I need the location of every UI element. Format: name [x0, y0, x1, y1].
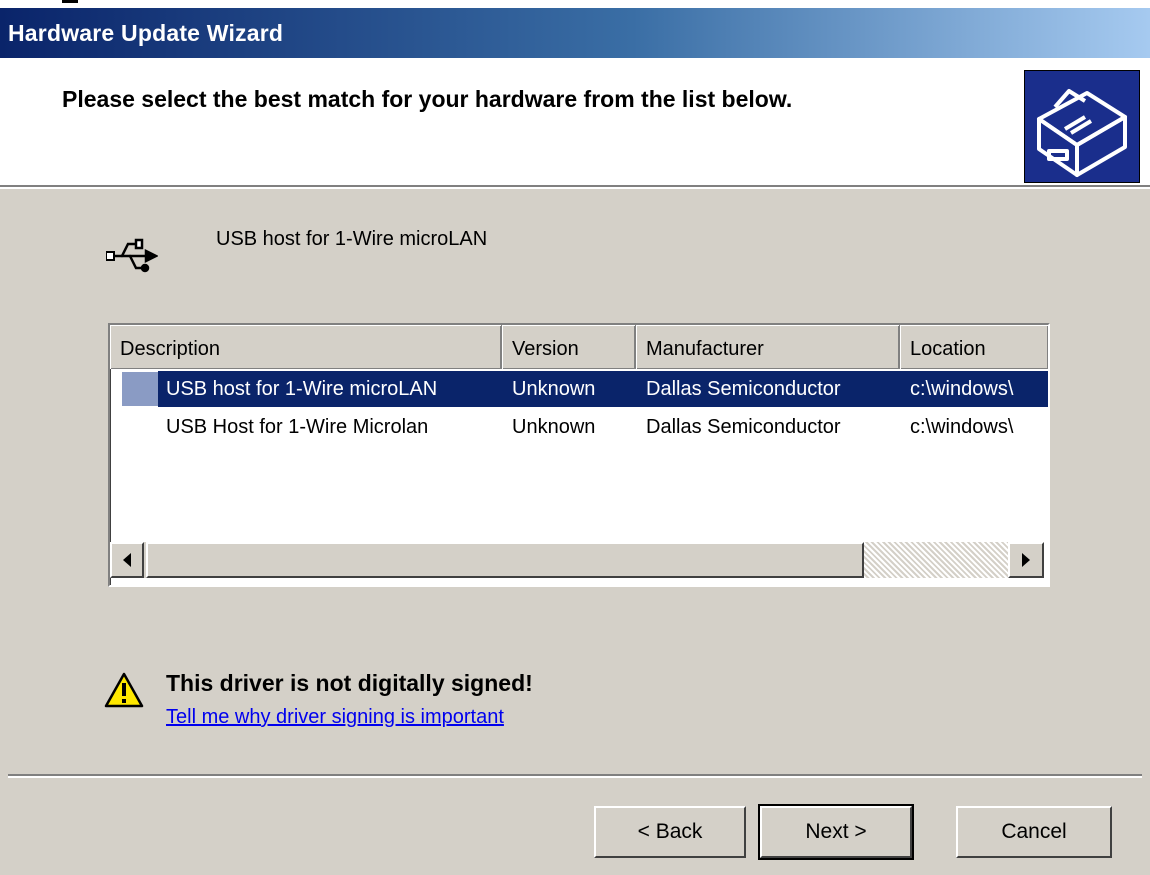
row-manufacturer: Dallas Semiconductor: [646, 378, 841, 400]
row-description: USB host for 1-Wire microLAN: [166, 378, 438, 400]
cancel-button[interactable]: Cancel: [956, 806, 1112, 858]
row-version: Unknown: [512, 416, 596, 438]
scroll-right-arrow-icon: [1022, 553, 1030, 567]
usb-icon: [105, 236, 159, 276]
selection-focus: [122, 372, 158, 406]
scroll-left-button[interactable]: [110, 542, 144, 578]
scroll-track[interactable]: [864, 542, 1008, 578]
scroll-thumb[interactable]: [146, 542, 864, 578]
desktop-mark: [62, 0, 78, 3]
device-name: USB host for 1-Wire microLAN: [216, 228, 488, 250]
header-instruction: Please select the best match for your ha…: [62, 86, 793, 112]
desktop-strip: [0, 0, 1150, 8]
wizard-header: Please select the best match for your ha…: [0, 58, 1150, 187]
row-version: Unknown: [512, 378, 596, 400]
button-separator: [8, 774, 1142, 778]
column-header-location[interactable]: Location: [900, 325, 1048, 369]
row-location: c:\windows\: [910, 378, 1014, 400]
row-location: c:\windows\: [910, 416, 1014, 438]
list-item-selected[interactable]: USB host for 1-Wire microLAN Unknown Dal…: [110, 371, 1048, 407]
title-bar[interactable]: Hardware Update Wizard: [0, 8, 1150, 58]
list-item[interactable]: USB Host for 1-Wire Microlan Unknown Dal…: [110, 409, 1048, 445]
hardware-wizard-icon: [1024, 70, 1140, 183]
warning-icon: [104, 672, 144, 708]
horizontal-scrollbar[interactable]: [110, 542, 1044, 578]
window-title: Hardware Update Wizard: [8, 19, 284, 46]
column-header-version[interactable]: Version: [502, 325, 636, 369]
scroll-right-button[interactable]: [1008, 542, 1044, 578]
scroll-left-arrow-icon: [123, 553, 131, 567]
column-header-description[interactable]: Description: [110, 325, 502, 369]
driver-signing-link[interactable]: Tell me why driver signing is important: [166, 706, 504, 729]
row-description: USB Host for 1-Wire Microlan: [166, 416, 429, 438]
back-button[interactable]: < Back: [594, 806, 746, 858]
next-button[interactable]: Next >: [758, 804, 914, 860]
column-header-manufacturer[interactable]: Manufacturer: [636, 325, 900, 369]
unsigned-driver-warning: This driver is not digitally signed!: [166, 670, 533, 696]
driver-list[interactable]: Description Version Manufacturer Locatio…: [108, 323, 1050, 587]
row-manufacturer: Dallas Semiconductor: [646, 416, 841, 438]
